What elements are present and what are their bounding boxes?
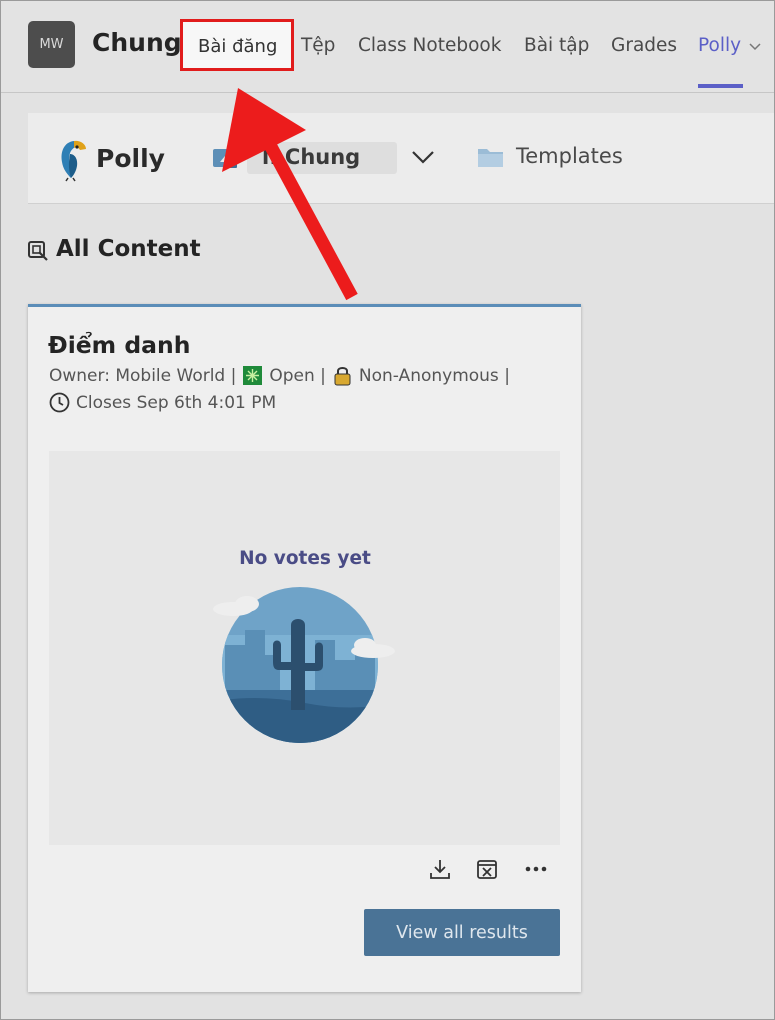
open-status-icon <box>243 366 263 385</box>
tab-bai-dang[interactable]: Bài đăng <box>180 19 294 71</box>
tab-bai-dang-label: Bài đăng <box>198 36 278 57</box>
chevron-down-icon[interactable] <box>749 40 761 52</box>
desert-cactus-illustration <box>213 587 395 743</box>
polly-parrot-icon <box>61 140 86 182</box>
polly-app-title: Polly <box>96 144 165 173</box>
tab-class-notebook[interactable]: Class Notebook <box>358 35 501 56</box>
download-icon[interactable] <box>427 856 453 882</box>
close-poll-icon[interactable] <box>474 856 500 882</box>
active-tab-indicator <box>698 84 743 88</box>
folder-icon <box>478 149 503 167</box>
chevron-down-icon[interactable] <box>410 146 436 168</box>
tab-tep[interactable]: Tệp <box>301 35 335 56</box>
channel-icon <box>213 149 237 168</box>
owner-text: Owner: Mobile World | <box>49 365 237 386</box>
poll-title: Điểm danh <box>48 331 191 359</box>
team-avatar[interactable]: MW <box>28 21 75 68</box>
templates-link[interactable]: Templates <box>516 144 623 168</box>
tab-bai-tap[interactable]: Bài tập <box>524 35 589 56</box>
team-name: Chung <box>92 28 182 57</box>
lock-icon <box>334 367 351 386</box>
anonymity-text: Non-Anonymous | <box>358 365 510 386</box>
section-title: All Content <box>56 236 201 262</box>
more-options-icon[interactable] <box>523 856 549 882</box>
poll-meta-line-2: Closes Sep 6th 4:01 PM <box>49 392 276 413</box>
tab-polly[interactable]: Polly <box>698 35 741 56</box>
view-all-results-button[interactable]: View all results <box>364 909 560 956</box>
status-text: Open | <box>269 365 326 386</box>
poll-meta-line-1: Owner: Mobile World | Open | Non-Anonymo… <box>49 365 510 386</box>
all-content-icon <box>28 241 48 261</box>
closes-text: Closes Sep 6th 4:01 PM <box>76 392 277 413</box>
tab-grades[interactable]: Grades <box>611 35 677 56</box>
clock-icon <box>49 392 70 413</box>
channel-label: l: Chung <box>262 145 361 169</box>
no-votes-message: No votes yet <box>239 548 371 569</box>
